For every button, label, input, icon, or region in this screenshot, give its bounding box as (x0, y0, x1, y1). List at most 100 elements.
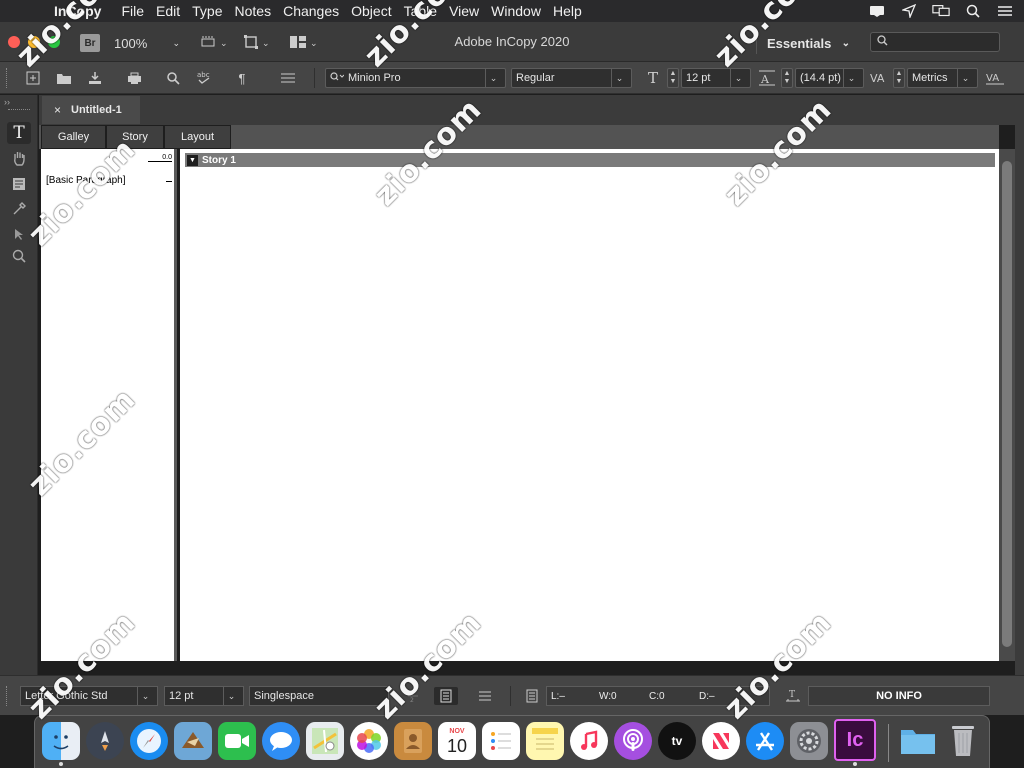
line-count: L:– (551, 690, 565, 702)
menu-file[interactable]: File (115, 3, 150, 19)
word-count: W:0 (599, 690, 617, 702)
panel-menu-icon[interactable] (475, 687, 495, 705)
save-download-icon[interactable] (86, 69, 104, 87)
eyedropper-tool-icon[interactable] (7, 198, 31, 220)
dock-separator (888, 724, 889, 762)
reminders-icon[interactable] (482, 722, 520, 760)
menu-items: InCopy File Edit Type Notes Changes Obje… (42, 0, 588, 22)
news-icon[interactable] (702, 722, 740, 760)
panel-grip-icon[interactable] (8, 109, 30, 110)
app-title-bar: Br 100% ⌄ ⌄ ⌄ ⌄ Adobe InCopy 2020 Essent… (0, 22, 1024, 62)
app-store-icon[interactable] (746, 722, 784, 760)
note-tool-icon[interactable] (7, 173, 31, 195)
menu-changes[interactable]: Changes (277, 3, 345, 19)
document-stats-icon[interactable] (522, 687, 542, 705)
trash-icon[interactable] (944, 721, 982, 759)
type-tool-icon[interactable]: T (7, 122, 31, 144)
maps-icon[interactable] (306, 722, 344, 760)
font-style-field[interactable]: Regular ⌄ (511, 68, 632, 88)
contacts-icon[interactable] (394, 722, 432, 760)
document-tab[interactable]: × Untitled-1 (42, 96, 140, 124)
kerning-field[interactable]: Metrics ⌄ (907, 68, 978, 88)
chevron-down-icon[interactable]: ⌄ (137, 687, 153, 705)
podcasts-icon[interactable] (614, 722, 652, 760)
notification-icon[interactable] (868, 4, 886, 18)
show-hidden-characters-icon[interactable]: ¶ (233, 69, 251, 87)
galley-text-area[interactable] (180, 149, 999, 661)
control-bar: abc ¶ Minion Pro ⌄ Regular ⌄ T ▲ ▼ 12 pt … (0, 62, 1024, 94)
calendar-icon[interactable]: NOV 10 (438, 722, 476, 760)
system-preferences-icon[interactable] (790, 722, 828, 760)
display-size-field[interactable]: 12 pt ⌄ (164, 686, 244, 706)
paragraph-styles-column-icon[interactable] (434, 687, 458, 705)
search-field[interactable] (870, 32, 1000, 52)
panel-grip-icon[interactable] (6, 686, 10, 706)
font-family-field[interactable]: Minion Pro ⌄ (325, 68, 506, 88)
display-mirroring-icon[interactable] (932, 4, 950, 18)
status-info-readout: NO INFO (808, 686, 990, 706)
chevron-down-icon[interactable]: ⌄ (223, 687, 239, 705)
music-icon[interactable] (570, 722, 608, 760)
font-size-stepper[interactable]: ▲ ▼ (667, 68, 679, 88)
line-spacing-field[interactable]: Singlespace (249, 686, 389, 706)
calendar-day: 10 (446, 735, 468, 756)
spell-check-icon[interactable]: abc (195, 69, 213, 87)
chevron-down-icon[interactable]: ⌄ (843, 69, 859, 87)
open-folder-icon[interactable] (55, 69, 73, 87)
mail-bird-icon[interactable] (174, 722, 212, 760)
facetime-icon[interactable] (218, 722, 256, 760)
control-center-icon[interactable] (996, 4, 1014, 18)
font-size-icon: T (647, 69, 658, 87)
menu-type[interactable]: Type (186, 3, 228, 19)
story-header[interactable]: ▼ Story 1 (185, 153, 995, 167)
close-tab-icon[interactable]: × (54, 103, 61, 117)
kerning-stepper[interactable]: ▲ ▼ (893, 68, 905, 88)
location-arrow-icon[interactable] (900, 4, 918, 18)
panel-menu-icon[interactable] (279, 69, 297, 87)
launchpad-icon[interactable] (86, 722, 124, 760)
menu-bar-status-icons (868, 0, 1014, 22)
panel-grip-icon[interactable] (6, 68, 10, 88)
chevron-down-icon[interactable]: ⌄ (957, 69, 973, 87)
menu-help[interactable]: Help (547, 3, 588, 19)
safari-icon[interactable] (130, 722, 168, 760)
menu-edit[interactable]: Edit (150, 3, 186, 19)
finder-icon[interactable] (42, 722, 80, 760)
workspace-label: Essentials (767, 35, 832, 51)
macos-menu-bar: InCopy File Edit Type Notes Changes Obje… (0, 0, 1024, 22)
find-icon[interactable] (164, 69, 182, 87)
depth-readout: D:– (699, 690, 715, 702)
kerning-icon: VA (870, 69, 888, 87)
chevron-down-icon[interactable]: ⌄ (485, 69, 501, 87)
zoom-tool-icon[interactable] (7, 245, 31, 267)
spotlight-search-icon[interactable] (964, 4, 982, 18)
apple-tv-icon[interactable]: tv (658, 722, 696, 760)
document-tab-bar (39, 95, 1024, 125)
chevron-down-icon[interactable]: ⌄ (611, 69, 627, 87)
menu-notes[interactable]: Notes (229, 3, 278, 19)
galley-status-bar: Letter Gothic Std ⌄ 12 pt ⌄ Singlespace … (0, 675, 1024, 715)
messages-icon[interactable] (262, 722, 300, 760)
type-ruler-icon[interactable]: T (783, 687, 803, 705)
tab-galley[interactable]: Galley (41, 125, 106, 149)
print-icon[interactable] (125, 69, 143, 87)
incopy-dock-icon[interactable]: Ic (834, 719, 876, 761)
leading-stepper[interactable]: ▲ ▼ (781, 68, 793, 88)
menu-window[interactable]: Window (485, 3, 547, 19)
divider (314, 68, 315, 88)
leading-field[interactable]: (14.4 pt) ⌄ (795, 68, 864, 88)
hand-tool-icon[interactable] (7, 147, 31, 169)
downloads-folder-icon[interactable] (899, 722, 937, 760)
line-marker (166, 181, 172, 182)
svg-text:VA: VA (870, 72, 885, 85)
notes-app-icon[interactable] (526, 722, 564, 760)
font-size-field[interactable]: 12 pt ⌄ (681, 68, 751, 88)
expand-panel-icon[interactable]: ›› (4, 97, 10, 107)
vertical-scrollbar[interactable] (999, 149, 1015, 661)
chevron-down-icon: ⌄ (841, 37, 850, 49)
tab-layout[interactable]: Layout (164, 125, 231, 149)
scrollbar-thumb[interactable] (1002, 161, 1012, 647)
collapse-story-icon[interactable]: ▼ (187, 154, 198, 166)
workspace-switcher[interactable]: Essentials ⌄ (756, 32, 860, 54)
photos-icon[interactable] (350, 722, 388, 760)
